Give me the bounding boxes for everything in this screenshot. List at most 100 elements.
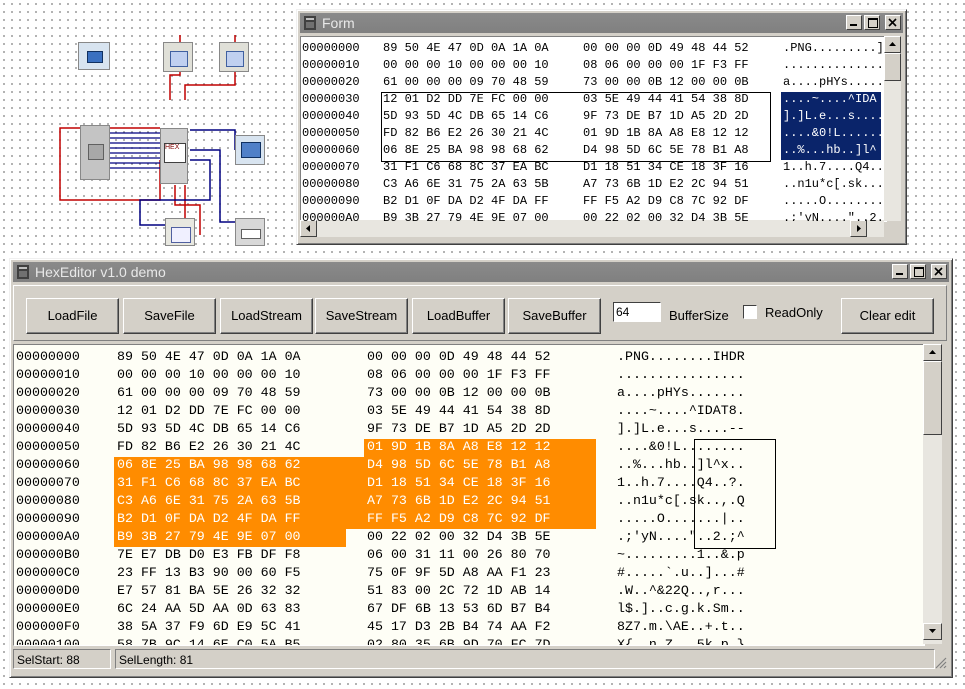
hex-ascii[interactable]: .....O........ [783, 194, 884, 208]
form-titlebar[interactable]: Form [300, 13, 903, 33]
form-vertical-scrollbar[interactable] [884, 36, 901, 221]
hex-view[interactable]: 00000000 89 50 4E 47 0D 0A 1A 0A 00 00 00 … [13, 344, 925, 646]
hex-ascii[interactable]: .;'yN...."..2. [783, 211, 884, 221]
hex-bytes[interactable]: 89 50 4E 47 0D 0A 1A 0A [117, 349, 301, 364]
hex-bytes[interactable]: 12 01 D2 DD 7E FC 00 00 [117, 403, 301, 418]
hex-bytes[interactable]: 00 22 02 00 32 D4 3B 5E [583, 211, 749, 221]
hex-bytes[interactable]: 73 00 00 0B 12 00 00 0B [583, 75, 749, 89]
hex-bytes[interactable]: 5D 93 5D 4C DB 65 14 C6 [117, 421, 301, 436]
hex-ascii[interactable]: ............... [783, 58, 886, 72]
minimize-button[interactable] [846, 15, 862, 30]
hex-bytes[interactable]: D1 18 51 34 CE 18 3F 16 [367, 475, 551, 490]
scroll-up-button[interactable] [884, 36, 901, 53]
hex-bytes[interactable]: 45 17 D3 2B B4 74 AA F2 [367, 619, 551, 634]
hex-ascii[interactable]: 1..h.7....Q4.. [783, 160, 884, 174]
hex-ascii[interactable]: ..n1u*c[.sk... [783, 177, 884, 191]
load-buffer-button[interactable]: LoadBuffer [412, 298, 505, 334]
hex-bytes[interactable]: 61 00 00 00 09 70 48 59 [117, 385, 301, 400]
save-file-button[interactable]: SaveFile [123, 298, 216, 334]
hex-bytes[interactable]: FF F5 A2 D9 C8 7C 92 DF [583, 194, 749, 208]
hex-ascii[interactable]: ..%...hb..]l^ [783, 143, 877, 157]
scroll-up-button[interactable] [923, 344, 942, 361]
hex-ascii[interactable]: .PNG........IHDR [617, 349, 745, 364]
hex-ascii[interactable]: 8Z7.m.\AE..+.t.. [617, 619, 745, 634]
hex-bytes[interactable]: A7 73 6B 1D E2 2C 94 51 [367, 493, 551, 508]
hex-bytes[interactable]: 03 5E 49 44 41 54 38 8D [367, 403, 551, 418]
hex-bytes[interactable]: 75 0F 9F 5D A8 AA F1 23 [367, 565, 551, 580]
hex-bytes[interactable]: FF F5 A2 D9 C8 7C 92 DF [367, 511, 551, 526]
window-component-node[interactable] [235, 135, 265, 165]
edit-component-node[interactable] [235, 218, 265, 246]
hex-bytes[interactable]: B2 D1 0F DA D2 4F DA FF [117, 511, 301, 526]
save-buffer-button[interactable]: SaveBuffer [508, 298, 601, 334]
hex-bytes[interactable]: 00 00 00 0D 49 48 44 52 [367, 349, 551, 364]
hex-bytes[interactable]: 00 00 00 10 00 00 00 10 [117, 367, 301, 382]
buffer-size-input[interactable]: 64 [613, 302, 661, 322]
hex-bytes[interactable]: 00 00 00 0D 49 48 44 52 [583, 41, 749, 55]
hex-bytes[interactable]: 01 9D 1B 8A A8 E8 12 12 [367, 439, 551, 454]
hex-ascii[interactable]: X{..n.Z...5k.p.} [617, 637, 745, 645]
hex-ascii[interactable]: #.....`.u..]...# [617, 565, 745, 580]
hex-bytes[interactable]: E7 57 81 BA 5E 26 32 32 [117, 583, 301, 598]
hex-bytes[interactable]: 9F 73 DE B7 1D A5 2D 2D [367, 421, 551, 436]
hex-ascii[interactable]: a....pHYs...... [783, 75, 886, 89]
hex-bytes[interactable]: 51 83 00 2C 72 1D AB 14 [367, 583, 551, 598]
hex-bytes[interactable]: 67 DF 6B 13 53 6D B7 B4 [367, 601, 551, 616]
close-button[interactable] [885, 15, 901, 30]
loader-node-1[interactable] [163, 42, 193, 72]
clear-edit-button[interactable]: Clear edit [841, 298, 934, 334]
maximize-button[interactable] [910, 264, 926, 279]
form-hex-view[interactable]: 00000000 89 50 4E 47 0D 0A 1A 0A 00 00 00 … [300, 36, 887, 222]
hex-ascii[interactable]: ................ [617, 367, 745, 382]
hex-bytes[interactable]: D4 98 5D 6C 5E 78 B1 A8 [367, 457, 551, 472]
load-file-button[interactable]: LoadFile [26, 298, 119, 334]
scroll-left-button[interactable] [300, 220, 317, 237]
hex-ascii[interactable]: .W..^&22Q..,r... [617, 583, 745, 598]
hex-ascii[interactable]: ....~....^IDAT8. [617, 403, 745, 418]
scroll-right-button[interactable] [850, 220, 867, 237]
hex-bytes[interactable]: 31 F1 C6 68 8C 37 EA BC [117, 475, 301, 490]
hex-bytes[interactable]: 06 8E 25 BA 98 98 68 62 [117, 457, 301, 472]
form-window[interactable]: Form 00000000 89 50 4E 47 0D 0A 1A 0A 00 0… [296, 9, 907, 245]
maximize-button[interactable] [864, 15, 880, 30]
hex-bytes[interactable]: C3 A6 6E 31 75 2A 63 5B [117, 493, 301, 508]
form-horizontal-scrollbar[interactable] [300, 220, 884, 237]
resize-grip-icon[interactable] [933, 655, 947, 669]
hex-bytes[interactable]: 6C 24 AA 5D AA 0D 63 83 [117, 601, 301, 616]
hex-bytes[interactable]: 08 06 00 00 00 1F F3 FF [583, 58, 749, 72]
hex-ascii[interactable]: ].]L.e...s....-- [617, 421, 745, 436]
hex-vertical-scrollbar[interactable] [923, 344, 942, 644]
hex-bytes[interactable]: FD 82 B6 E2 26 30 21 4C [117, 439, 301, 454]
hex-bytes[interactable]: B2 D1 0F DA D2 4F DA FF [383, 194, 549, 208]
format-component-node[interactable] [165, 218, 195, 246]
scroll-down-button[interactable] [923, 623, 942, 640]
hex-ascii[interactable]: ].]L.e...s.... [783, 109, 884, 123]
hex-ascii[interactable]: ....~....^IDA [783, 92, 877, 106]
hex-ascii[interactable]: l$.]..c.g.k.Sm.. [617, 601, 745, 616]
load-stream-button[interactable]: LoadStream [220, 298, 313, 334]
loader-node-2[interactable] [219, 42, 249, 72]
scroll-thumb[interactable] [884, 53, 901, 81]
hex-bytes[interactable]: 7E E7 DB D0 E3 FB DF F8 [117, 547, 301, 562]
hex-bytes[interactable]: D1 18 51 34 CE 18 3F 16 [583, 160, 749, 174]
hex-bytes[interactable]: 02 80 35 6B 9D 70 FC 7D [367, 637, 551, 645]
hex-bytes[interactable]: 73 00 00 0B 12 00 00 0B [367, 385, 551, 400]
minimize-button[interactable] [892, 264, 908, 279]
hex-ascii[interactable]: .PNG.........] [783, 41, 884, 55]
hex-bytes[interactable]: 06 00 31 11 00 26 80 70 [367, 547, 551, 562]
hex-bytes[interactable]: 61 00 00 00 09 70 48 59 [383, 75, 549, 89]
hex-bytes[interactable]: 38 5A 37 F9 6D E9 5C 41 [117, 619, 301, 634]
hex-bytes[interactable]: A7 73 6B 1D E2 2C 94 51 [583, 177, 749, 191]
form-component-node[interactable] [78, 42, 110, 70]
hex-bytes[interactable]: C3 A6 6E 31 75 2A 63 5B [383, 177, 549, 191]
hex-bytes[interactable]: 31 F1 C6 68 8C 37 EA BC [383, 160, 549, 174]
hex-ascii[interactable]: ~.........1..&.p [617, 547, 745, 562]
hex-bytes[interactable]: 00 00 00 10 00 00 00 10 [383, 58, 549, 72]
hexeditor-window[interactable]: HexEditor v1.0 demo LoadFile SaveFile Lo… [9, 258, 953, 678]
hex-bytes[interactable]: B9 3B 27 79 4E 9E 07 00 [117, 529, 301, 544]
hex-bytes[interactable]: 58 7B 9C 14 6E C0 5A B5 [117, 637, 301, 645]
scroll-thumb[interactable] [923, 361, 942, 435]
hex-ascii[interactable]: a....pHYs....... [617, 385, 745, 400]
hex-component-node[interactable]: HEX [160, 128, 188, 184]
hex-bytes[interactable]: B9 3B 27 79 4E 9E 07 00 [383, 211, 549, 221]
